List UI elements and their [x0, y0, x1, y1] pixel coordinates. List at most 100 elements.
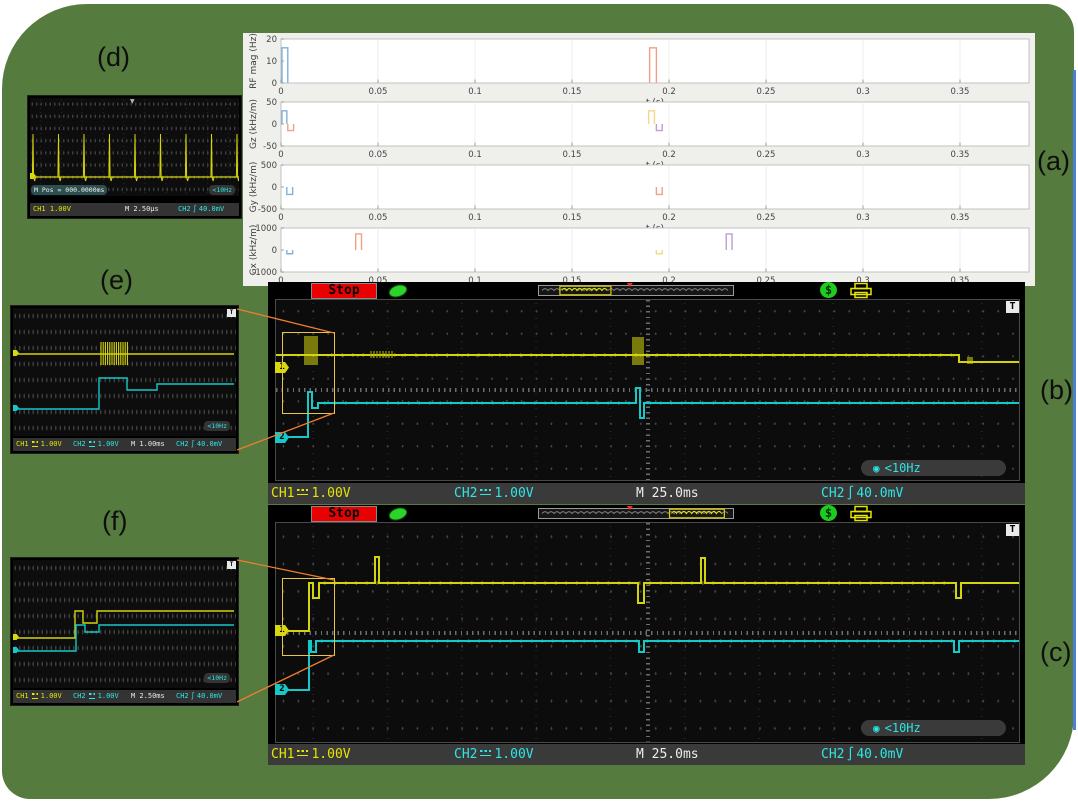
svg-text:0.25: 0.25 — [757, 150, 776, 160]
freq-badge: <10Hz — [861, 460, 1006, 476]
zoom-region-box-b — [282, 332, 335, 414]
trigger-marker: T — [1006, 524, 1019, 536]
panel-label-c: (c) — [1040, 637, 1072, 667]
svg-text:0: 0 — [272, 183, 277, 193]
panel-label-d: (d) — [97, 42, 130, 72]
scope-b-readout: CH1 1.00V CH2 1.00V M 25.0ms CH2 ∫ 40.0mV — [268, 483, 1025, 504]
ch2-readout: CH2 1.00V — [73, 692, 119, 700]
svg-text:0: 0 — [278, 87, 283, 97]
svg-text:20: 20 — [266, 35, 277, 45]
svg-text:0.15: 0.15 — [563, 87, 582, 97]
panel-label-a: (a) — [1037, 146, 1070, 176]
bandwidth-icon — [873, 721, 885, 735]
svg-text:0.3: 0.3 — [856, 150, 870, 160]
timebase-readout: M 25.0ms — [636, 747, 699, 762]
oscilloscope-c: Stop $ T 1 2 <10Hz CH11.00V CH21.00V M — [268, 505, 1025, 765]
save-icon[interactable]: $ — [820, 505, 837, 521]
svg-text:0.35: 0.35 — [951, 213, 970, 223]
ch1-readout: CH1 1.00V — [271, 747, 351, 762]
freq-badge: <10Hz — [204, 421, 230, 431]
pulse-sequence-plots: 0 0.05 0.1 0.15 0.2 0.25 0.3 0.3501020RF mag (H… — [249, 33, 1030, 297]
rising-edge-icon: ∫ — [192, 205, 197, 213]
svg-text:0.3: 0.3 — [856, 87, 870, 97]
inset-scope-e: T <10Hz CH1 1.00V CH2 1.00V M 1.00ms CH2 ∫ 4… — [10, 305, 239, 454]
inset-scope-d: ▼ M Pos = 000.0000ms <10Hz CH1 1.00V M 2… — [27, 95, 242, 219]
svg-text:0.25: 0.25 — [757, 213, 776, 223]
inset-f-traces — [13, 610, 234, 652]
coupling-icon — [480, 489, 492, 497]
svg-text:0.05: 0.05 — [369, 87, 388, 97]
svg-text:0: 0 — [278, 150, 283, 160]
scope-c-topbar: Stop $ — [268, 505, 1025, 522]
svg-text:-500: -500 — [258, 205, 277, 215]
svg-text:Gx (kHz/m): Gx (kHz/m) — [249, 225, 259, 276]
svg-text:0.15: 0.15 — [563, 150, 582, 160]
svg-text:Gy (kHz/m): Gy (kHz/m) — [249, 162, 259, 213]
inset-e-display: T <10Hz — [13, 308, 236, 436]
freq-badge: <10Hz — [209, 185, 235, 195]
svg-text:0.35: 0.35 — [951, 150, 970, 160]
scope-b-topbar: Stop $ — [268, 282, 1025, 299]
svg-text:0.25: 0.25 — [757, 87, 776, 97]
zoom-region-box-c — [282, 578, 335, 656]
panel-label-e: (e) — [100, 265, 133, 295]
stop-button[interactable]: Stop — [311, 283, 377, 299]
trigger-marker: T — [1006, 301, 1019, 313]
trigger-readout: CH2 ∫ 40.0mV — [178, 203, 224, 216]
panel-label-b: (b) — [1040, 375, 1073, 405]
rising-edge-icon: ∫ — [846, 486, 855, 501]
scope-c-traces — [276, 556, 1019, 691]
ch1-readout: CH1 1.00V — [16, 440, 62, 448]
svg-text:0: 0 — [278, 213, 283, 223]
coupling-icon — [31, 693, 38, 699]
scope-b-display: T 1 2 <10Hz — [275, 299, 1020, 481]
panel-label-f: (f) — [102, 506, 128, 536]
scope-c-display: T 1 2 <10Hz — [275, 522, 1020, 743]
bandwidth-icon — [873, 461, 885, 475]
timebase-readout: M 2.50ms — [131, 692, 165, 700]
trigger-position-icon: ▼ — [130, 98, 135, 105]
rising-edge-icon: ∫ — [190, 692, 195, 700]
coupling-icon — [480, 750, 492, 758]
oscilloscope-b: Stop $ T 1 2 <10Hz CH11.00V CH21.00V M — [268, 282, 1025, 504]
svg-text:0.2: 0.2 — [662, 213, 676, 223]
svg-text:0.05: 0.05 — [369, 150, 388, 160]
scope-c-readout: CH1 1.00V CH2 1.00V M 25.0ms CH2 ∫ 40.0mV — [268, 744, 1025, 765]
svg-text:0: 0 — [272, 246, 277, 256]
stop-button[interactable]: Stop — [311, 506, 377, 522]
slide-edge-line — [1073, 70, 1076, 730]
coupling-icon — [297, 750, 309, 758]
ch2-readout: CH2 1.00V — [454, 486, 534, 501]
rising-edge-icon: ∫ — [190, 440, 195, 448]
rising-edge-icon: ∫ — [846, 747, 855, 762]
svg-text:0.2: 0.2 — [662, 87, 676, 97]
coupling-icon — [88, 693, 95, 699]
inset-d-display: ▼ M Pos = 000.0000ms <10Hz — [30, 98, 239, 196]
waveform-position-bar[interactable] — [538, 506, 734, 521]
svg-text:0.35: 0.35 — [951, 87, 970, 97]
svg-text:RF mag (Hz): RF mag (Hz) — [249, 33, 259, 89]
trigger-marker: T — [227, 309, 236, 317]
svg-text:0: 0 — [272, 79, 277, 89]
svg-text:0.05: 0.05 — [369, 213, 388, 223]
inset-f-readout: CH1 1.00V CH2 1.00V M 2.50ms CH2 ∫ 40.0mV — [13, 690, 236, 703]
freq-badge: <10Hz — [861, 720, 1006, 736]
trigger-readout: CH2 ∫ 40.0mV — [821, 483, 903, 504]
freq-badge: <10Hz — [204, 673, 230, 683]
timebase-readout: M 2.50μs — [125, 205, 159, 213]
inset-f-display: T <10Hz — [13, 560, 236, 688]
coupling-icon — [31, 441, 38, 447]
svg-text:Gz (kHz/m): Gz (kHz/m) — [249, 99, 259, 149]
ch1-readout: CH1 1.00V — [33, 205, 71, 213]
svg-text:0: 0 — [272, 120, 277, 130]
svg-text:0.1: 0.1 — [468, 150, 482, 160]
waveform-position-bar[interactable] — [538, 283, 734, 298]
inset-d-readout: CH1 1.00V M 2.50μs CH2 ∫ 40.0mV — [30, 203, 239, 216]
figure-canvas: 0 0.05 0.1 0.15 0.2 0.25 0.3 0.35 0 10 20 RF mag (H… — [0, 0, 1078, 803]
svg-text:50: 50 — [266, 98, 277, 108]
svg-text:500: 500 — [261, 161, 277, 171]
svg-text:0.3: 0.3 — [856, 213, 870, 223]
trigger-readout: CH2 ∫ 40.0mV — [176, 690, 222, 703]
inset-d-traces — [30, 133, 239, 182]
save-icon[interactable]: $ — [820, 282, 837, 298]
